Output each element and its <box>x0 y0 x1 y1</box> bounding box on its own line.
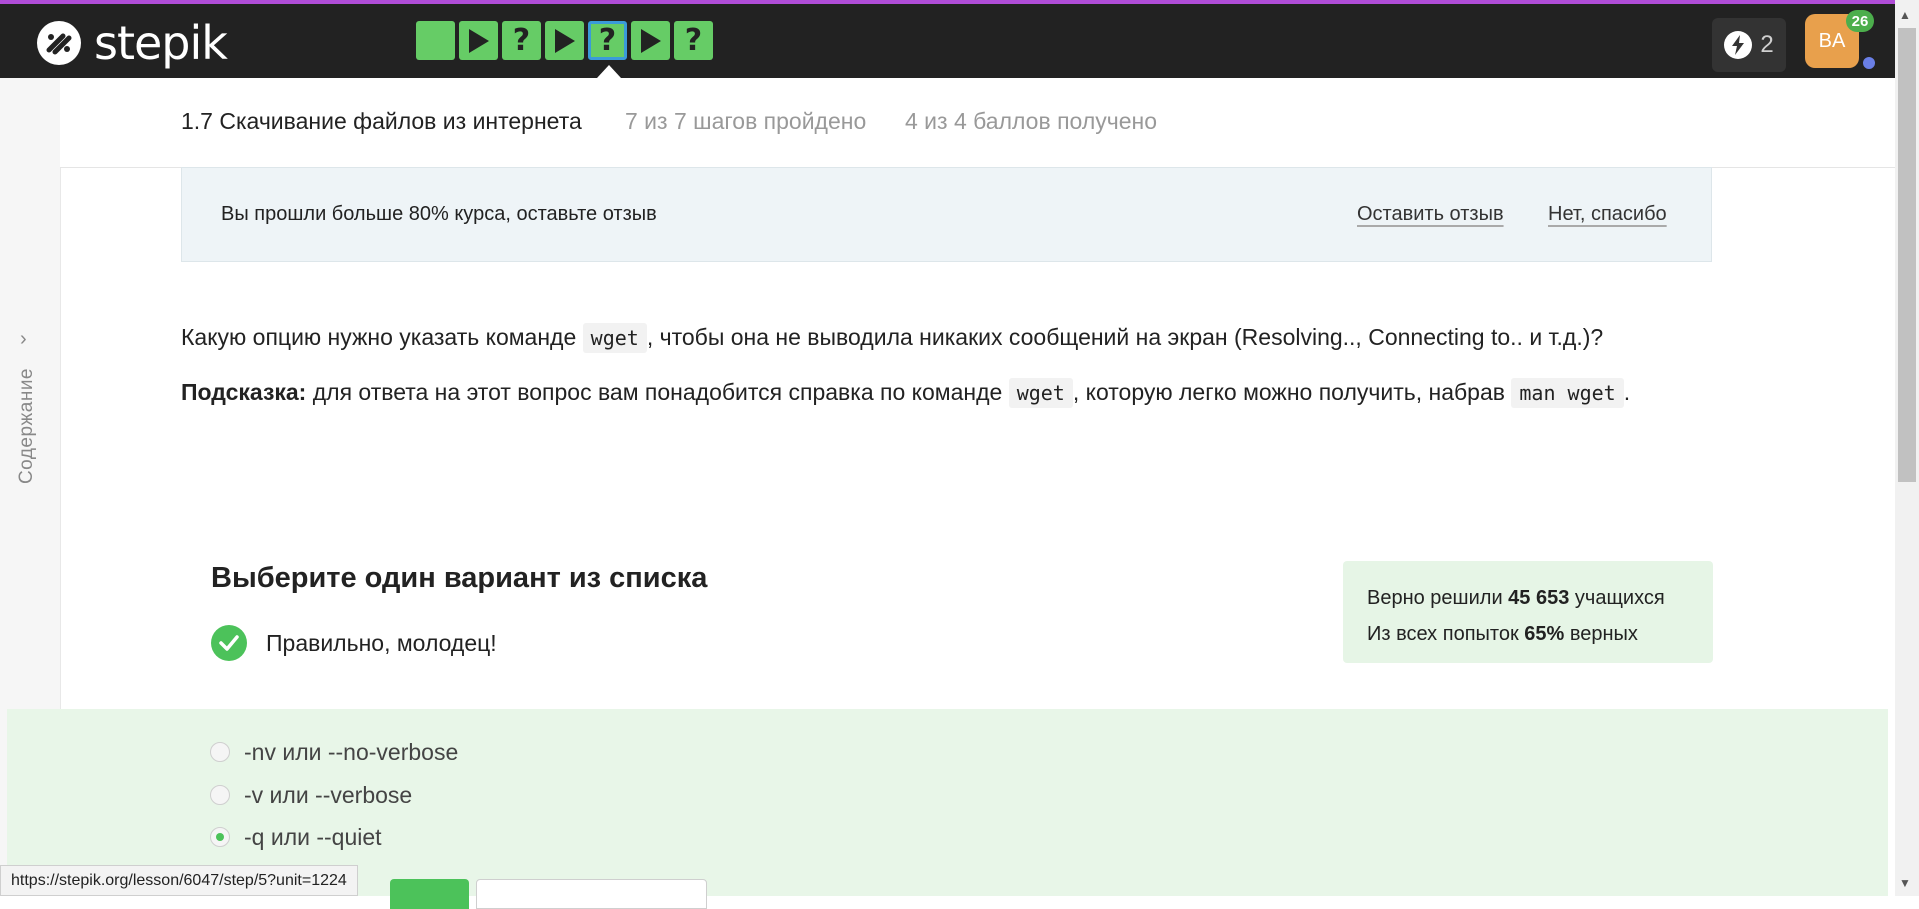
hint-part: , которую легко можно получить, набрав <box>1072 379 1512 405</box>
next-step-button[interactable] <box>476 879 707 909</box>
quiz-stats: Верно решили 45 653 учащихся Из всех поп… <box>1343 561 1713 663</box>
question-paragraph: Какую опцию нужно указать команде wget, … <box>181 318 1721 357</box>
status-bar-url: https://stepik.org/lesson/6047/step/5?un… <box>0 865 358 896</box>
feedback-banner-text: Вы прошли больше 80% курса, оставьте отз… <box>221 203 657 225</box>
attempts-stat: Из всех попыток 65% верных <box>1367 616 1689 652</box>
lesson-progress: 7 из 7 шагов пройдено <box>625 108 867 134</box>
quiz-option-selected[interactable]: -q или --quiet <box>210 823 382 851</box>
stepik-logo[interactable]: stepik <box>36 16 228 70</box>
scroll-up-arrow-icon[interactable]: ▲ <box>1899 8 1911 22</box>
stat-text: учащихся <box>1569 587 1665 609</box>
question-part: Какую опцию нужно указать команде <box>181 324 583 350</box>
quiz-option[interactable]: -nv или --no-verbose <box>210 738 458 766</box>
question-icon: ? <box>512 23 531 58</box>
lesson-score: 4 из 4 баллов получено <box>905 108 1158 134</box>
no-thanks-link[interactable]: Нет, спасибо <box>1548 203 1667 226</box>
stepik-logo-icon <box>37 21 81 65</box>
hint-part: для ответа на этот вопрос вам понадобитс… <box>306 379 1009 405</box>
stepik-logo-text: stepik <box>94 16 228 70</box>
step-5-quiz-current[interactable]: ? <box>588 21 627 60</box>
inline-code: man wget <box>1511 378 1624 408</box>
step-3-quiz[interactable]: ? <box>502 21 541 60</box>
step-4-video[interactable] <box>545 21 584 60</box>
play-icon <box>554 28 575 53</box>
play-icon <box>640 28 661 53</box>
radio-button[interactable] <box>210 742 230 762</box>
submit-button[interactable] <box>390 879 469 909</box>
step-7-quiz[interactable]: ? <box>674 21 713 60</box>
navbar: stepik ? ? ? 2 <box>0 4 1895 78</box>
lesson-title: 1.7 Скачивание файлов из интернета <box>181 108 582 134</box>
quiz-option[interactable]: -v или --verbose <box>210 781 412 809</box>
online-status-dot <box>1861 55 1877 71</box>
hint-part: . <box>1623 379 1631 405</box>
step-navigation: ? ? ? <box>416 21 713 60</box>
scroll-down-arrow-icon[interactable]: ▼ <box>1899 876 1911 890</box>
question-icon: ? <box>598 23 617 58</box>
inline-code: wget <box>582 323 647 353</box>
energy-button[interactable]: 2 <box>1712 18 1786 72</box>
question-part: , чтобы она не выводила никаких сообщени… <box>646 324 1604 350</box>
notifications-badge[interactable]: 26 <box>1846 10 1874 32</box>
play-icon <box>468 28 489 53</box>
stat-text: Верно решили <box>1367 587 1509 609</box>
stat-text: Из всех попыток <box>1367 623 1525 645</box>
attempts-pct: 65% <box>1524 623 1565 645</box>
quiz-title: Выберите один вариант из списка <box>211 562 708 594</box>
quiz-result: Правильно, молодец! <box>211 625 497 661</box>
contents-toggle-label[interactable]: Содержание <box>16 368 38 484</box>
radio-button[interactable] <box>210 785 230 805</box>
check-circle-icon <box>211 625 247 661</box>
hint-label: Подсказка: <box>181 379 307 405</box>
chevron-right-icon[interactable]: › <box>20 328 27 351</box>
question-icon: ? <box>684 23 703 58</box>
option-label[interactable]: -nv или --no-verbose <box>244 739 458 766</box>
current-step-pointer <box>597 65 621 78</box>
feedback-banner: Вы прошли больше 80% курса, оставьте отз… <box>181 167 1712 262</box>
hint-paragraph: Подсказка: для ответа на этот вопрос вам… <box>181 373 1721 412</box>
option-label[interactable]: -q или --quiet <box>244 824 382 851</box>
radio-button-checked[interactable] <box>210 827 230 847</box>
inline-code: wget <box>1008 378 1073 408</box>
lesson-header: 1.7 Скачивание файлов из интернета 7 из … <box>60 78 1895 168</box>
question-text: Какую опцию нужно указать команде wget, … <box>181 318 1721 428</box>
step-6-video[interactable] <box>631 21 670 60</box>
step-2-video[interactable] <box>459 21 498 60</box>
solved-count: 45 653 <box>1508 587 1570 609</box>
stat-text: верных <box>1564 623 1638 645</box>
energy-count: 2 <box>1760 31 1774 58</box>
step-1-text[interactable] <box>416 21 455 60</box>
leave-review-link[interactable]: Оставить отзыв <box>1357 203 1504 226</box>
option-label[interactable]: -v или --verbose <box>244 782 412 809</box>
scrollbar-thumb[interactable] <box>1898 28 1916 482</box>
lightning-icon <box>1724 31 1753 59</box>
quiz-result-text: Правильно, молодец! <box>266 629 497 656</box>
solved-stat: Верно решили 45 653 учащихся <box>1367 580 1689 616</box>
